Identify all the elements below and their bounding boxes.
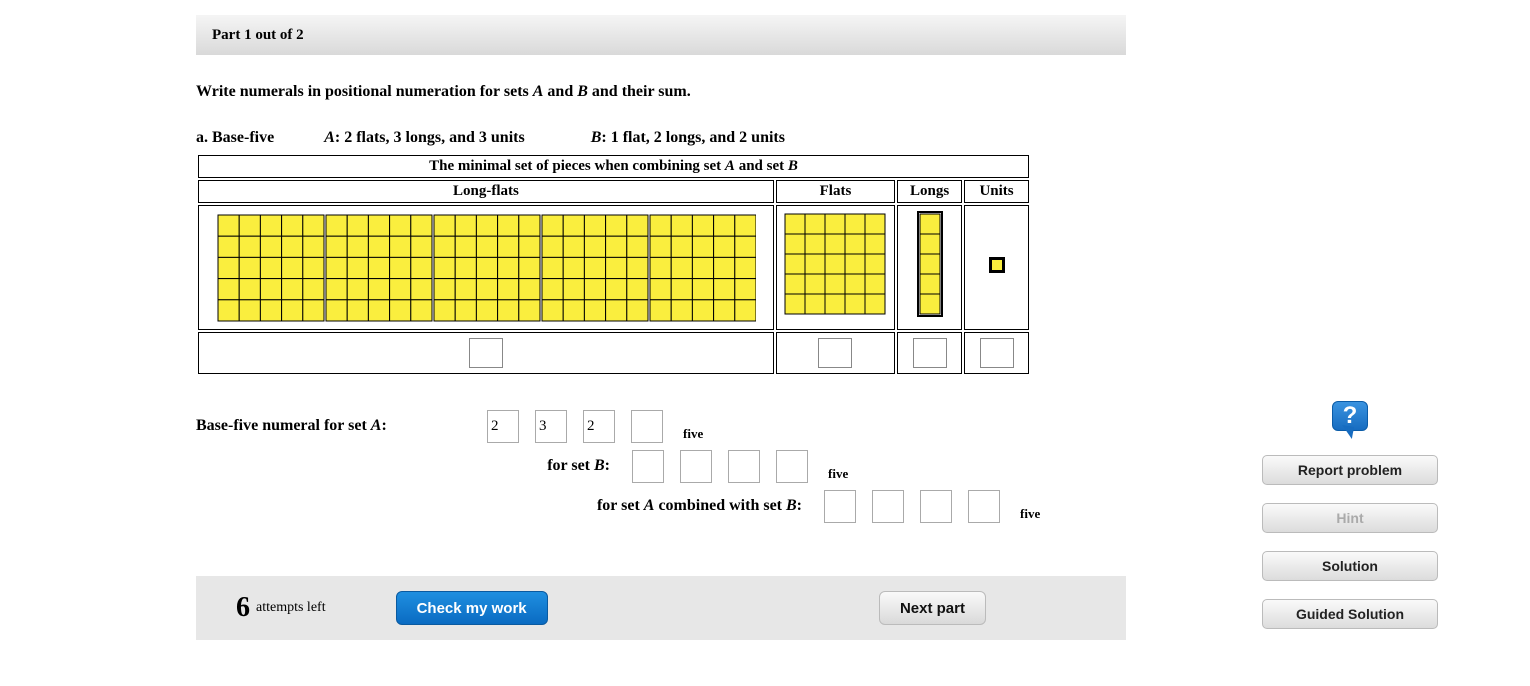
col-header-units: Units — [964, 180, 1029, 203]
part-header: Part 1 out of 2 — [196, 15, 1126, 55]
flats-count-input[interactable] — [818, 338, 852, 368]
row-c-label: for set A combined with set B: — [196, 497, 808, 515]
set-a-digit-1[interactable] — [487, 410, 519, 443]
combined-digit-4[interactable] — [968, 490, 1000, 523]
table-title-pre: The minimal set of pieces when combining… — [429, 158, 725, 174]
next-part-button[interactable]: Next part — [879, 591, 986, 625]
longflats-cell — [198, 205, 774, 330]
base-label: a. Base-five — [196, 129, 274, 147]
guided-solution-button[interactable]: Guided Solution — [1262, 599, 1438, 629]
set-a-subscript: five — [683, 426, 703, 446]
help-icon[interactable]: ? — [1329, 395, 1371, 437]
col-header-flats: Flats — [776, 180, 895, 203]
row-b-pre: for set — [547, 457, 594, 474]
table-title-a: A — [725, 158, 735, 174]
row-c-mid: combined with set — [654, 497, 786, 514]
longs-input-cell — [897, 332, 962, 374]
row-set-a: Base-five numeral for set A: five — [196, 406, 1126, 446]
row-a-label: Base-five numeral for set A: — [196, 417, 471, 435]
attempts-number: 6 — [236, 592, 250, 624]
set-a-desc: : 2 flats, 3 longs, and 3 units — [335, 129, 525, 146]
instruction-mid: and — [543, 83, 577, 100]
attempts-text: attempts left — [256, 600, 326, 616]
check-my-work-button[interactable]: Check my work — [396, 591, 548, 625]
set-b-digit-4[interactable] — [776, 450, 808, 483]
footer-bar: 6 attempts left Check my work Next part — [196, 576, 1126, 640]
longflats-count-input[interactable] — [469, 338, 503, 368]
row-c-pre: for set — [597, 497, 644, 514]
item-a-line: a. Base-five A: 2 flats, 3 longs, and 3 … — [196, 129, 1126, 147]
row-combined: for set A combined with set B: five — [196, 486, 1126, 526]
numeral-answer-section: Base-five numeral for set A: five for se… — [196, 406, 1126, 526]
col-header-longflats: Long-flats — [198, 180, 774, 203]
units-input-cell — [964, 332, 1029, 374]
col-header-longs: Longs — [897, 180, 962, 203]
combined-digit-3[interactable] — [920, 490, 952, 523]
manipulatives-table: The minimal set of pieces when combining… — [196, 153, 1031, 376]
instruction-post: and their sum. — [588, 83, 691, 100]
report-problem-button[interactable]: Report problem — [1262, 455, 1438, 485]
flats-input-cell — [776, 332, 895, 374]
combined-subscript: five — [1020, 506, 1040, 526]
set-b-digit-2[interactable] — [680, 450, 712, 483]
units-count-input[interactable] — [980, 338, 1014, 368]
flats-cell — [776, 205, 895, 330]
longflats-diagram — [216, 213, 756, 323]
instruction-b: B — [577, 83, 588, 100]
row-c-a: A — [644, 497, 655, 514]
flat-diagram — [783, 210, 887, 320]
table-title-b: B — [788, 158, 798, 174]
set-b-digit-1[interactable] — [632, 450, 664, 483]
table-title-mid: and set — [735, 158, 788, 174]
unit-piece — [989, 257, 1005, 273]
combined-digit-1[interactable] — [824, 490, 856, 523]
set-b-subscript: five — [828, 466, 848, 486]
row-b-post: : — [605, 457, 610, 474]
help-sidebar: ? Report problem Hint Solution Guided So… — [1260, 395, 1440, 629]
set-b-desc: : 1 flat, 2 longs, and 2 units — [601, 129, 785, 146]
row-a-a: A — [371, 417, 382, 434]
combined-digit-2[interactable] — [872, 490, 904, 523]
hint-button[interactable]: Hint — [1262, 503, 1438, 533]
set-a-name: A — [324, 129, 335, 146]
solution-button[interactable]: Solution — [1262, 551, 1438, 581]
row-c-post: : — [797, 497, 802, 514]
instruction-pre: Write numerals in positional numeration … — [196, 83, 533, 100]
set-b-digit-3[interactable] — [728, 450, 760, 483]
row-set-b: for set B: five — [196, 446, 1126, 486]
set-a-digit-4[interactable] — [631, 410, 663, 443]
row-b-label: for set B: — [196, 457, 616, 475]
instruction-text: Write numerals in positional numeration … — [196, 83, 1126, 101]
part-header-text: Part 1 out of 2 — [212, 27, 304, 44]
units-cell — [964, 205, 1029, 330]
question-mark-icon: ? — [1332, 401, 1368, 431]
longflats-input-cell — [198, 332, 774, 374]
long-diagram — [915, 210, 945, 320]
row-a-pre: Base-five numeral for set — [196, 417, 371, 434]
longs-cell — [897, 205, 962, 330]
instruction-a: A — [533, 83, 544, 100]
row-c-b: B — [786, 497, 797, 514]
set-b-name: B — [591, 129, 602, 146]
row-b-b: B — [594, 457, 605, 474]
set-a-digit-3[interactable] — [583, 410, 615, 443]
table-title: The minimal set of pieces when combining… — [198, 155, 1029, 178]
set-a-digit-2[interactable] — [535, 410, 567, 443]
row-a-post: : — [381, 417, 386, 434]
longs-count-input[interactable] — [913, 338, 947, 368]
